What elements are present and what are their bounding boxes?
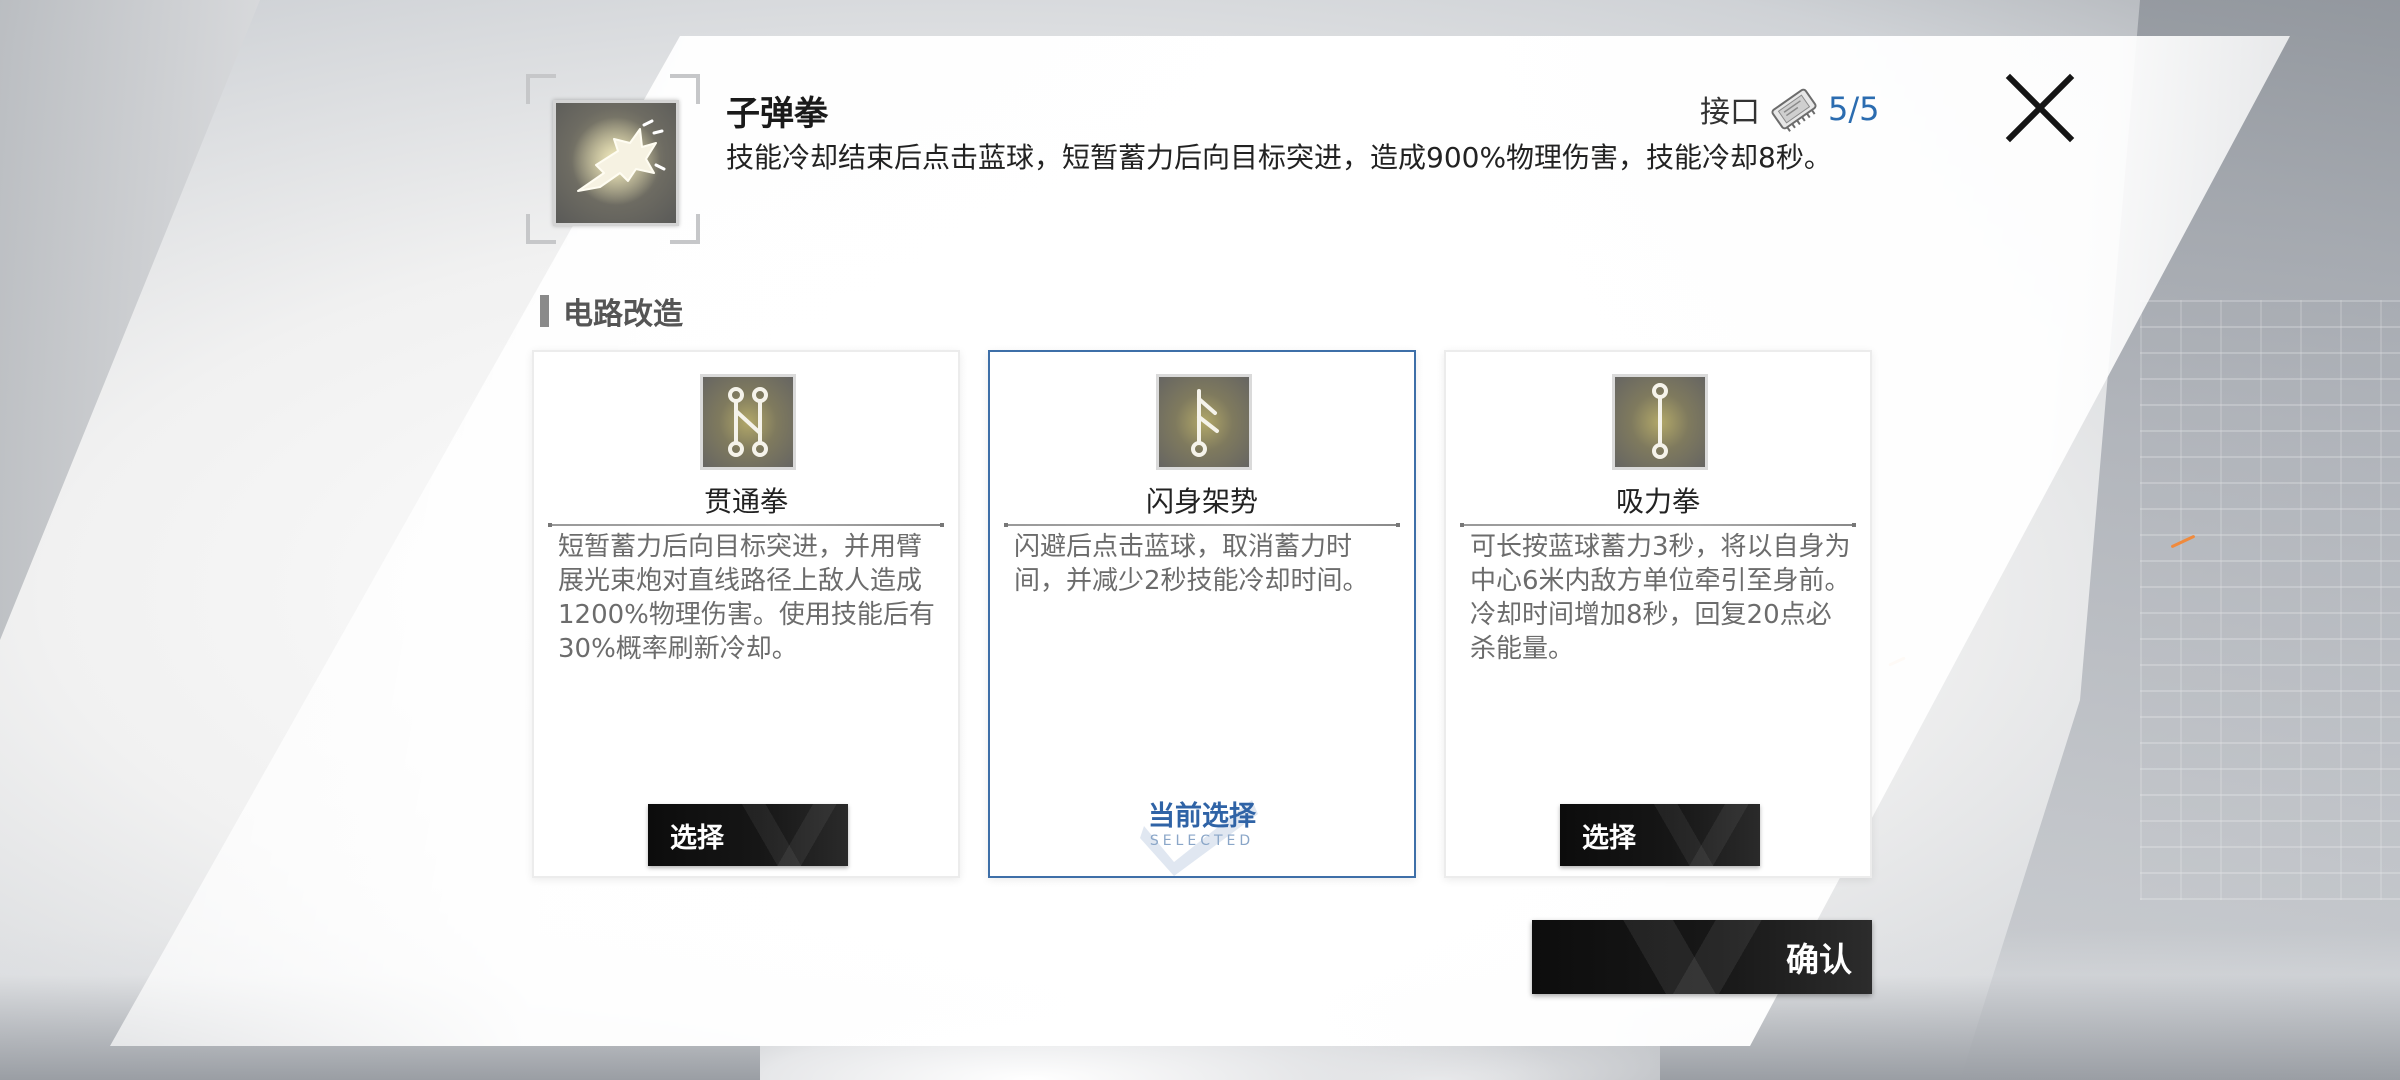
card-title: 贯通拳 <box>703 485 788 518</box>
circuit-zigzag-icon <box>700 374 796 470</box>
close-icon <box>2005 73 2075 143</box>
confirm-button[interactable]: 确认 <box>1532 920 1872 994</box>
frame-corner <box>526 214 556 244</box>
close-button[interactable] <box>2004 72 2076 144</box>
card-title: 闪身架势 <box>1145 485 1258 518</box>
slot-label: 接口 <box>1700 95 1760 130</box>
skill-description: 技能冷却结束后点击蓝球，短暂蓄力后向目标突进，造成900%物理伤害，技能冷却8秒… <box>726 141 1832 174</box>
section-title: 电路改造 <box>563 297 683 332</box>
selected-sublabel: SELECTED <box>1149 833 1255 849</box>
circuit-card-1[interactable]: 贯通拳 短暂蓄力后向目标突进，并用臂展光束炮对直线路径上敌人造成1200%物理伤… <box>532 350 960 878</box>
card-description: 短暂蓄力后向目标突进，并用臂展光束炮对直线路径上敌人造成1200%物理伤害。使用… <box>558 532 935 664</box>
slot-info: 接口 5/5 <box>1700 84 1880 134</box>
skill-title: 子弹拳 <box>726 94 828 134</box>
section-header: 电路改造 <box>540 294 683 332</box>
select-button[interactable]: 选择 <box>1560 804 1760 866</box>
chip-icon <box>1768 84 1820 134</box>
circuit-card-2[interactable]: 闪身架势 闪避后点击蓝球，取消蓄力时间，并减少2秒技能冷却时间。 当前选择 SE… <box>988 350 1416 878</box>
card-divider <box>1004 523 1400 527</box>
card-divider <box>548 523 944 527</box>
select-button[interactable]: 选择 <box>648 804 848 866</box>
screen: 子弹拳 技能冷却结束后点击蓝球，短暂蓄力后向目标突进，造成900%物理伤害，技能… <box>0 0 2400 1080</box>
frame-corner <box>526 74 556 104</box>
dash-punch-icon <box>553 100 679 226</box>
select-button-label: 选择 <box>1582 822 1636 854</box>
confirm-button-label: 确认 <box>1786 940 1852 979</box>
card-description: 闪避后点击蓝球，取消蓄力时间，并减少2秒技能冷却时间。 <box>1014 532 1369 596</box>
circuit-card-3[interactable]: 吸力拳 可长按蓝球蓄力3秒，将以自身为中心6米内敌方单位牵引至身前。冷却时间增加… <box>1444 350 1872 878</box>
selected-label: 当前选择 <box>1148 801 1256 832</box>
section-marker <box>540 295 549 327</box>
skill-icon-frame <box>526 74 700 244</box>
circuit-line-icon <box>1612 374 1708 470</box>
card-title: 吸力拳 <box>1615 485 1700 518</box>
spark-effect <box>2170 534 2196 549</box>
card-divider <box>1460 523 1856 527</box>
selected-badge: 当前选择 SELECTED <box>990 788 1414 876</box>
circuit-branch-icon <box>1156 374 1252 470</box>
card-description: 可长按蓝球蓄力3秒，将以自身为中心6米内敌方单位牵引至身前。冷却时间增加8秒，回… <box>1470 532 1851 664</box>
select-button-label: 选择 <box>670 822 724 854</box>
background-grid <box>2140 300 2400 900</box>
slot-value: 5/5 <box>1828 90 1880 128</box>
